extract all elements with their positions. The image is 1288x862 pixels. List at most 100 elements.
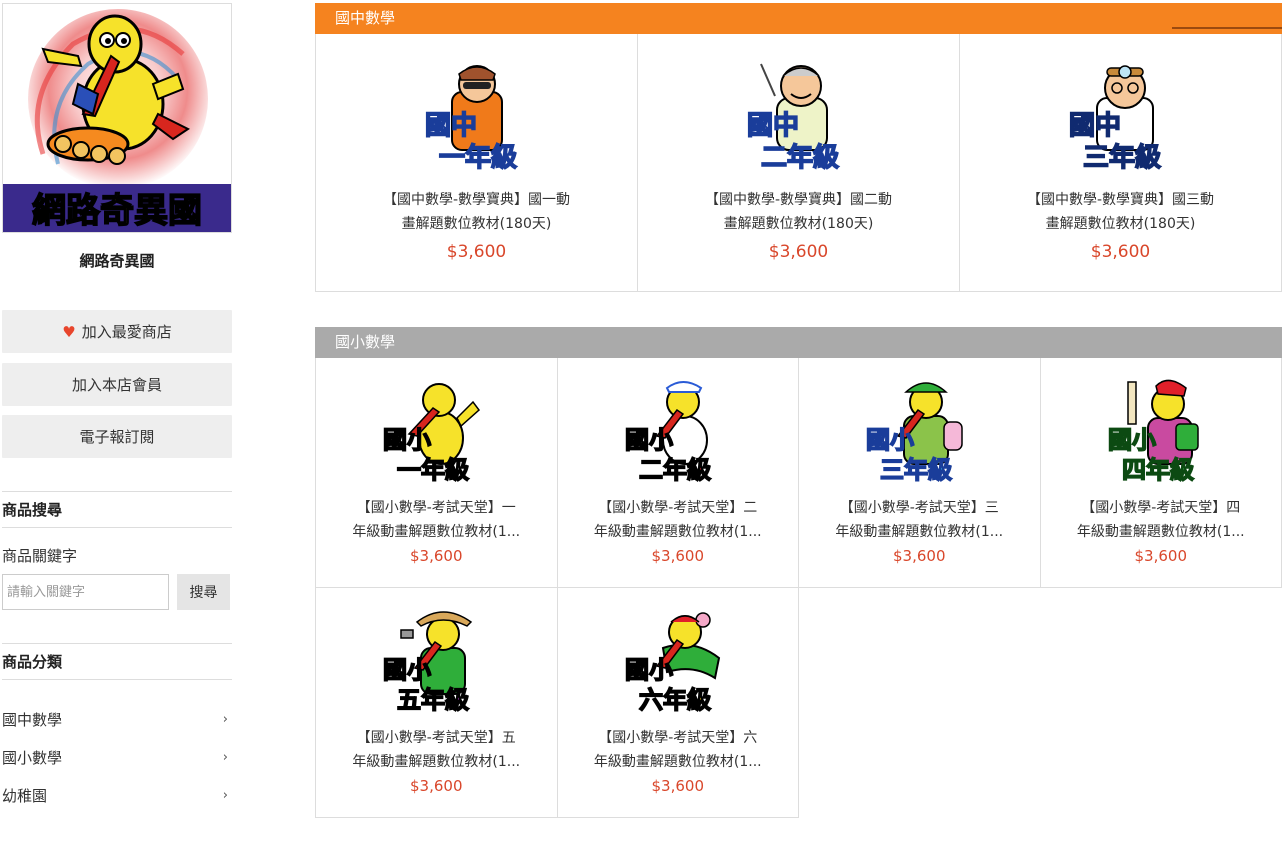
product-name-line: 【國小數學-考試天堂】五 — [356, 730, 516, 746]
product-card[interactable]: 國小 四年級 【國小數學-考試天堂】四 年級動畫解題數位教材(1... $3,6… — [1040, 358, 1282, 588]
section-title: 國小數學 — [335, 333, 396, 351]
product-name[interactable]: 【國小數學-考試天堂】一 年級動畫解題數位教材(1... — [340, 496, 532, 544]
product-thumbnail[interactable]: 國小 五年級 — [381, 608, 491, 720]
product-grid: 國小 一年級 【國小數學-考試天堂】一 年級動畫解題數位教材(1... $3,6… — [315, 358, 1282, 818]
product-name-line: 【國中數學-數學寶典】國一動 — [382, 192, 571, 208]
grade-character-image: 國小 四年級 — [1107, 379, 1199, 485]
product-name-line: 年級動畫解題數位教材(1... — [352, 754, 521, 770]
badge-top-text: 國小 — [383, 656, 431, 684]
badge-bottom-text: 二年級 — [761, 142, 839, 173]
product-card[interactable]: 國中 二年級 【國中數學-數學寶典】國二動 畫解題數位教材(180天) $3,6… — [638, 34, 960, 292]
category-label: 國小數學 — [2, 748, 63, 767]
product-price: $3,600 — [1090, 242, 1151, 262]
product-card[interactable]: 國中 一年級 【國中數學-數學寶典】國一動 畫解題數位教材(180天) $3,6… — [316, 34, 638, 292]
badge-top-text: 國中 — [1069, 111, 1121, 141]
badge-top-text: 國中 — [425, 111, 477, 141]
product-name[interactable]: 【國中數學-數學寶典】國三動 畫解題數位教材(180天) — [1015, 188, 1226, 236]
header-accent-line — [1172, 27, 1282, 29]
product-thumbnail[interactable]: 國小 六年級 — [623, 608, 733, 720]
product-grid: 國中 一年級 【國中數學-數學寶典】國一動 畫解題數位教材(180天) $3,6… — [315, 34, 1282, 292]
product-name[interactable]: 【國小數學-考試天堂】二 年級動畫解題數位教材(1... — [582, 496, 774, 544]
product-name-line: 【國小數學-考試天堂】四 — [1081, 500, 1241, 516]
product-card[interactable]: 國小 六年級 【國小數學-考試天堂】六 年級動畫解題數位教材(1... $3,6… — [557, 588, 799, 818]
grade-character-image: 國小 二年級 — [624, 381, 712, 485]
product-name-line: 【國中數學-數學寶典】國二動 — [704, 192, 893, 208]
badge-bottom-text: 五年級 — [397, 686, 469, 714]
grade-character-image: 國中 二年級 — [746, 63, 839, 174]
category-list: 國中數學 › 國小數學 › 幼稚園 › — [2, 700, 232, 814]
category-item-junior-high-math[interactable]: 國中數學 › — [2, 700, 232, 738]
product-name[interactable]: 【國小數學-考試天堂】三 年級動畫解題數位教材(1... — [823, 496, 1015, 544]
product-name-line: 年級動畫解題數位教材(1... — [593, 754, 762, 770]
product-name[interactable]: 【國中數學-數學寶典】國二動 畫解題數位教材(180天) — [693, 188, 904, 236]
join-member-label: 加入本店會員 — [71, 376, 162, 394]
product-price: $3,600 — [651, 777, 705, 795]
add-favorite-store-label: 加入最愛商店 — [81, 323, 172, 341]
product-card[interactable]: 國小 一年級 【國小數學-考試天堂】一 年級動畫解題數位教材(1... $3,6… — [316, 358, 558, 588]
badge-bottom-text: 六年級 — [639, 686, 711, 714]
grade-character-image: 國中 一年級 — [424, 65, 517, 174]
heart-icon: ♥ — [62, 322, 76, 341]
product-name-line: 年級動畫解題數位教材(1... — [1076, 524, 1245, 540]
join-member-button[interactable]: 加入本店會員 — [2, 363, 232, 406]
product-price: $3,600 — [651, 547, 705, 565]
add-favorite-store-button[interactable]: ♥ 加入最愛商店 — [2, 310, 232, 353]
product-card[interactable]: 國小 五年級 【國小數學-考試天堂】五 年級動畫解題數位教材(1... $3,6… — [316, 588, 558, 818]
newsletter-subscribe-label: 電子報訂閱 — [79, 428, 155, 446]
product-card[interactable]: 國小 二年級 【國小數學-考試天堂】二 年級動畫解題數位教材(1... $3,6… — [557, 358, 799, 588]
store-logo[interactable]: 網路奇異國 — [2, 3, 232, 233]
category-item-kindergarten[interactable]: 幼稚園 › — [2, 776, 232, 814]
store-name[interactable]: 網路奇異國 — [2, 250, 232, 270]
product-price: $3,600 — [1134, 547, 1188, 565]
badge-bottom-text: 二年級 — [639, 456, 711, 484]
product-name[interactable]: 【國小數學-考試天堂】五 年級動畫解題數位教材(1... — [340, 726, 532, 774]
product-price: $3,600 — [446, 242, 507, 262]
product-name-line: 【國小數學-考試天堂】二 — [598, 500, 758, 516]
product-name-line: 年級動畫解題數位教材(1... — [593, 524, 762, 540]
product-name-line: 畫解題數位教材(180天) — [401, 216, 552, 232]
product-price: $3,600 — [893, 547, 946, 565]
product-name[interactable]: 【國小數學-考試天堂】四 年級動畫解題數位教材(1... — [1065, 496, 1257, 544]
store-logo-image: 網路奇異國 — [3, 9, 231, 232]
product-thumbnail[interactable]: 國中 一年級 — [417, 62, 537, 178]
product-search-heading: 商品搜尋 — [2, 491, 232, 528]
product-thumbnail[interactable]: 國小 二年級 — [623, 378, 733, 490]
store-sidebar: 網路奇異國 網路奇異國 ♥ 加入最愛商店 加入本店會員 電子報訂閱 商品搜尋 商… — [2, 3, 232, 814]
product-name[interactable]: 【國小數學-考試天堂】六 年級動畫解題數位教材(1... — [582, 726, 774, 774]
keyword-search-input[interactable] — [2, 574, 169, 610]
grade-character-image: 國中 三年級 — [1068, 65, 1161, 174]
product-name[interactable]: 【國中數學-數學寶典】國一動 畫解題數位教材(180天) — [371, 188, 582, 236]
grade-character-image: 國小 三年級 — [866, 382, 963, 485]
product-category-heading: 商品分類 — [2, 643, 232, 680]
product-price: $3,600 — [410, 547, 463, 565]
product-card[interactable]: 國小 三年級 【國小數學-考試天堂】三 年級動畫解題數位教材(1... $3,6… — [799, 358, 1041, 588]
product-thumbnail[interactable]: 國小 四年級 — [1106, 378, 1216, 490]
grade-character-image: 國小 一年級 — [383, 383, 481, 485]
product-name-line: 年級動畫解題數位教材(1... — [835, 524, 1004, 540]
category-item-elementary-math[interactable]: 國小數學 › — [2, 738, 232, 776]
search-form: 搜尋 — [2, 574, 232, 610]
grade-character-image: 國小 六年級 — [624, 612, 720, 715]
product-name-line: 年級動畫解題數位教材(1... — [352, 524, 521, 540]
search-button[interactable]: 搜尋 — [177, 574, 230, 610]
product-name-line: 【國小數學-考試天堂】六 — [598, 730, 758, 746]
product-thumbnail[interactable]: 國中 二年級 — [739, 62, 859, 178]
chevron-right-icon: › — [222, 711, 228, 727]
section-title: 國中數學 — [335, 9, 396, 27]
product-thumbnail[interactable]: 國小 三年級 — [864, 378, 974, 490]
keyword-label: 商品關鍵字 — [2, 547, 78, 565]
product-card[interactable]: 國中 三年級 【國中數學-數學寶典】國三動 畫解題數位教材(180天) $3,6… — [960, 34, 1282, 292]
product-thumbnail[interactable]: 國中 三年級 — [1061, 62, 1181, 178]
badge-bottom-text: 一年級 — [397, 456, 469, 484]
newsletter-subscribe-button[interactable]: 電子報訂閱 — [2, 415, 232, 458]
grade-character-image: 國小 五年級 — [383, 611, 473, 715]
product-name-line: 畫解題數位教材(180天) — [723, 216, 874, 232]
product-price: $3,600 — [410, 777, 463, 795]
logo-text: 網路奇異國 — [32, 191, 202, 231]
badge-bottom-text: 三年級 — [1083, 142, 1161, 173]
badge-top-text: 國小 — [625, 656, 673, 684]
product-name-line: 畫解題數位教材(180天) — [1045, 216, 1196, 232]
product-thumbnail[interactable]: 國小 一年級 — [381, 378, 491, 490]
product-name-line: 【國中數學-數學寶典】國三動 — [1026, 192, 1215, 208]
badge-bottom-text: 一年級 — [439, 142, 517, 173]
